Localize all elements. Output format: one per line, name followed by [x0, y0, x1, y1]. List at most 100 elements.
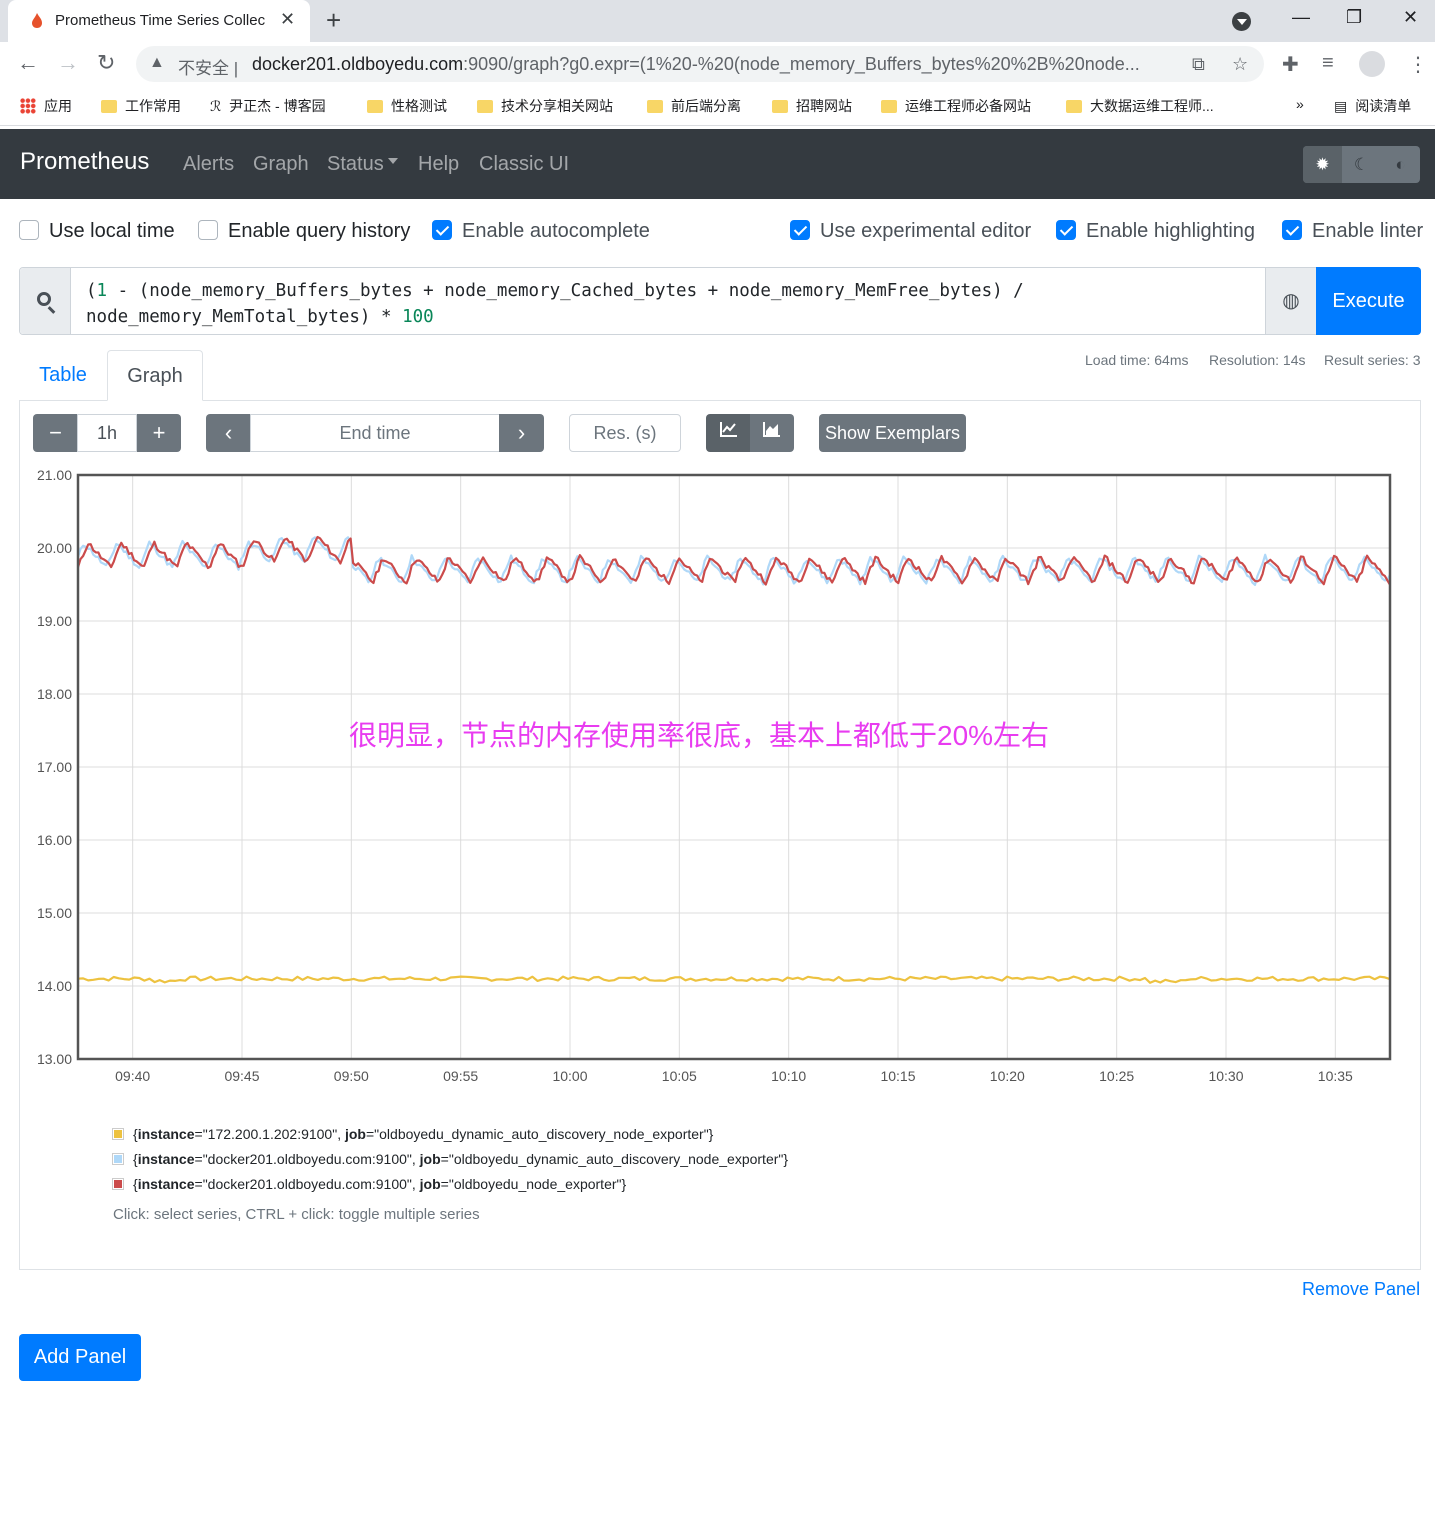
y-tick-label: 14.00 [37, 978, 72, 994]
x-tick-label: 10:05 [662, 1068, 697, 1084]
menu-icon[interactable]: ⋮ [1408, 52, 1428, 77]
checkbox-checked[interactable] [432, 220, 452, 240]
apps-icon [20, 98, 36, 114]
expression-editor[interactable]: (1 - (node_memory_Buffers_bytes + node_m… [86, 278, 1256, 330]
legend-item[interactable]: {instance="docker201.oldboyedu.com:9100"… [112, 1149, 788, 1174]
nav-alerts[interactable]: Alerts [183, 153, 234, 176]
forward-icon[interactable]: → [57, 50, 79, 76]
insecure-label: 不安全 | [178, 59, 239, 78]
dark-theme-icon[interactable]: ☾ [1342, 146, 1381, 183]
nav-classic-ui[interactable]: Classic UI [479, 153, 569, 176]
x-tick-label: 10:10 [771, 1068, 806, 1084]
extensions-icon[interactable]: ✚ [1282, 52, 1299, 77]
expression-input-group: (1 - (node_memory_Buffers_bytes + node_m… [19, 267, 1421, 335]
url-host: docker201.oldboyedu.com [252, 54, 464, 74]
tab-table[interactable]: Table [19, 350, 107, 401]
checkbox-checked[interactable] [790, 220, 810, 240]
y-tick-label: 17.00 [37, 759, 72, 775]
end-time-input[interactable]: End time [250, 414, 500, 452]
add-panel-button[interactable]: Add Panel [19, 1334, 141, 1381]
minimize-icon[interactable]: — [1292, 7, 1310, 28]
bookmark-item[interactable]: 前后端分离 [647, 96, 741, 116]
new-tab-icon[interactable]: + [326, 5, 341, 36]
nav-status-dropdown[interactable]: Status [327, 153, 398, 176]
restore-icon[interactable]: ❐ [1346, 7, 1362, 28]
reading-list[interactable]: ▤ 阅读清单 [1334, 96, 1411, 116]
next-time-button[interactable]: › [499, 414, 544, 452]
folder-icon [772, 100, 788, 113]
option-enable-query-history[interactable]: Enable query history [198, 220, 410, 243]
bookmark-item[interactable]: 工作常用 [101, 96, 181, 116]
address-bar[interactable]: ▲ 不安全 | docker201.oldboyedu.com:9090/gra… [136, 46, 1264, 82]
bookmark-item[interactable]: 运维工程师必备网站 [881, 96, 1031, 116]
show-exemplars-button[interactable]: Show Exemplars [819, 414, 966, 452]
option-enable-highlighting[interactable]: Enable highlighting [1056, 220, 1255, 243]
warning-icon[interactable]: ▲ [149, 54, 165, 72]
increase-range-button[interactable]: + [137, 414, 181, 452]
x-tick-label: 10:30 [1208, 1068, 1243, 1084]
theme-toggle-group: ✹ ☾ ◐ [1303, 146, 1420, 183]
light-theme-icon[interactable]: ✹ [1303, 146, 1342, 183]
option-enable-autocomplete[interactable]: Enable autocomplete [432, 220, 650, 243]
browser-tab[interactable]: Prometheus Time Series Collec ✕ [8, 0, 310, 42]
option-use-local-time[interactable]: Use local time [19, 220, 175, 243]
nav-graph[interactable]: Graph [253, 153, 309, 176]
bookmark-item[interactable]: 技术分享相关网站 [477, 96, 613, 116]
legend-swatch [112, 1178, 124, 1190]
y-tick-label: 19.00 [37, 613, 72, 629]
memory-usage-chart[interactable]: 13.00 14.00 15.00 16.00 17.00 18.00 19.00 20.00… [20, 460, 1420, 1100]
bookmark-item[interactable]: 大数据运维工程师... [1066, 96, 1214, 116]
x-tick-label: 09:40 [115, 1068, 150, 1084]
previous-time-button[interactable]: ‹ [206, 414, 251, 452]
checkbox-checked[interactable] [1282, 220, 1302, 240]
tab-title: Prometheus Time Series Collec [55, 12, 266, 29]
auto-theme-icon[interactable]: ◐ [1381, 146, 1420, 183]
legend-swatch [112, 1153, 124, 1165]
folder-icon [477, 100, 493, 113]
bookmark-item[interactable]: ℛ 尹正杰 - 博客园 [210, 96, 326, 116]
decrease-range-button[interactable]: − [33, 414, 78, 452]
range-input[interactable]: 1h [77, 414, 137, 452]
x-tick-label: 09:50 [334, 1068, 369, 1084]
option-use-experimental-editor[interactable]: Use experimental editor [790, 220, 1031, 243]
legend-hint: Click: select series, CTRL + click: togg… [113, 1206, 480, 1223]
prometheus-navbar: Prometheus Alerts Graph Status Help Clas… [0, 129, 1435, 199]
checkbox-checked[interactable] [1056, 220, 1076, 240]
y-tick-label: 18.00 [37, 686, 72, 702]
brand-link[interactable]: Prometheus [20, 148, 149, 176]
bookmark-star-icon[interactable]: ☆ [1232, 54, 1248, 75]
reload-icon[interactable]: ↻ [97, 50, 115, 76]
tab-graph[interactable]: Graph [107, 350, 203, 401]
remove-panel-link[interactable]: Remove Panel [1302, 1279, 1420, 1300]
y-tick-label: 16.00 [37, 832, 72, 848]
bookmark-apps[interactable]: 应用 [20, 96, 72, 116]
execute-button[interactable]: Execute [1316, 267, 1421, 335]
x-tick-label: 10:00 [552, 1068, 587, 1084]
url-text[interactable]: docker201.oldboyedu.com:9090/graph?g0.ex… [252, 54, 1172, 75]
y-tick-label: 13.00 [37, 1051, 72, 1067]
checkbox[interactable] [198, 220, 218, 240]
profile-avatar[interactable] [1359, 51, 1385, 77]
media-controls-icon[interactable]: ≡ [1322, 52, 1334, 75]
legend-item[interactable]: {instance="docker201.oldboyedu.com:9100"… [112, 1174, 788, 1199]
stacked-chart-icon[interactable] [750, 414, 794, 452]
load-time: Load time: 64ms [1085, 352, 1189, 368]
bookmark-item[interactable]: 招聘网站 [772, 96, 852, 116]
unstacked-chart-icon[interactable] [706, 414, 751, 452]
legend-item[interactable]: {instance="172.200.1.202:9100", job="old… [112, 1124, 788, 1149]
option-enable-linter[interactable]: Enable linter [1282, 220, 1423, 243]
search-icon [20, 268, 71, 334]
resolution-input[interactable]: Res. (s) [569, 414, 681, 452]
close-tab-icon[interactable]: ✕ [280, 9, 295, 30]
y-tick-label: 21.00 [37, 467, 72, 483]
nav-help[interactable]: Help [418, 153, 459, 176]
window-close-icon[interactable]: ✕ [1403, 7, 1418, 28]
checkbox[interactable] [19, 220, 39, 240]
back-icon[interactable]: ← [17, 50, 39, 76]
metrics-explorer-globe-icon[interactable]: ◍ [1265, 268, 1316, 334]
bookmark-item[interactable]: 性格测试 [367, 96, 447, 116]
tab-search-icon[interactable] [1232, 12, 1251, 31]
bookmarks-overflow-icon[interactable]: » [1296, 96, 1304, 112]
folder-icon [367, 100, 383, 113]
translate-icon[interactable]: ⧉ [1192, 54, 1205, 75]
